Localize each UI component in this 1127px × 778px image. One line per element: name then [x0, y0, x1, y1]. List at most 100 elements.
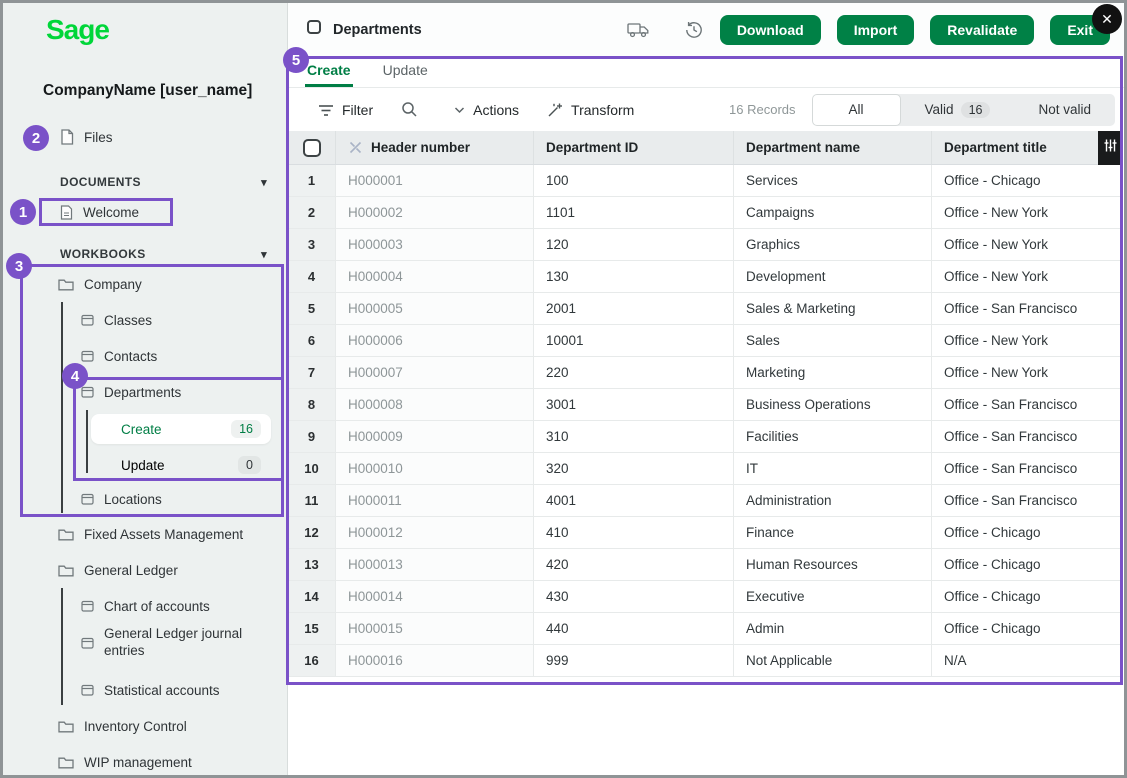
- segment-not-valid[interactable]: Not valid: [1014, 94, 1115, 126]
- cell-department-id[interactable]: 420: [534, 549, 734, 580]
- filter-button[interactable]: Filter: [318, 102, 373, 118]
- segment-valid[interactable]: Valid 16: [901, 94, 1015, 126]
- cell-header-number[interactable]: H000015: [336, 613, 534, 644]
- cell-department-title[interactable]: Office - Chicago: [932, 165, 1123, 196]
- cell-header-number[interactable]: H000007: [336, 357, 534, 388]
- section-workbooks[interactable]: WORKBOOKS ▾: [60, 243, 267, 265]
- column-settings-button[interactable]: [1098, 131, 1123, 165]
- sidebar-item-departments[interactable]: Departments: [3, 378, 287, 406]
- cell-header-number[interactable]: H000011: [336, 485, 534, 516]
- cell-department-title[interactable]: Office - Chicago: [932, 517, 1123, 548]
- cell-department-title[interactable]: Office - San Francisco: [932, 421, 1123, 452]
- cell-header-number[interactable]: H000002: [336, 197, 534, 228]
- column-header-department-id[interactable]: Department ID: [534, 131, 734, 164]
- cell-department-name[interactable]: Marketing: [734, 357, 932, 388]
- column-header-department-name[interactable]: Department name: [734, 131, 932, 164]
- cell-department-title[interactable]: Office - Chicago: [932, 581, 1123, 612]
- cell-header-number[interactable]: H000012: [336, 517, 534, 548]
- cell-department-name[interactable]: Executive: [734, 581, 932, 612]
- cell-department-id[interactable]: 4001: [534, 485, 734, 516]
- cell-department-title[interactable]: Office - New York: [932, 357, 1123, 388]
- cell-header-number[interactable]: H000006: [336, 325, 534, 356]
- cell-department-name[interactable]: Administration: [734, 485, 932, 516]
- section-documents[interactable]: DOCUMENTS ▾: [60, 171, 267, 193]
- cell-department-id[interactable]: 410: [534, 517, 734, 548]
- tab-update[interactable]: Update: [381, 56, 430, 87]
- cell-department-name[interactable]: Facilities: [734, 421, 932, 452]
- cell-department-name[interactable]: Development: [734, 261, 932, 292]
- sidebar-item-contacts[interactable]: Contacts: [3, 342, 287, 370]
- sidebar-item-gl-journal-entries[interactable]: General Ledger journal entries: [3, 621, 287, 665]
- sidebar-item-welcome[interactable]: Welcome: [3, 198, 287, 226]
- sidebar-item-statistical-accounts[interactable]: Statistical accounts: [3, 676, 287, 704]
- sidebar-item-create[interactable]: Create 16: [91, 414, 271, 444]
- cell-header-number[interactable]: H000009: [336, 421, 534, 452]
- cell-department-id[interactable]: 220: [534, 357, 734, 388]
- cell-department-name[interactable]: Campaigns: [734, 197, 932, 228]
- sidebar-item-chart-of-accounts[interactable]: Chart of accounts: [3, 592, 287, 620]
- cell-department-name[interactable]: Not Applicable: [734, 645, 932, 676]
- actions-button[interactable]: Actions: [454, 102, 519, 118]
- segment-all[interactable]: All: [812, 94, 901, 126]
- close-button[interactable]: ✕: [1092, 4, 1122, 34]
- cell-department-title[interactable]: Office - San Francisco: [932, 389, 1123, 420]
- chevron-down-icon[interactable]: ▾: [261, 248, 267, 261]
- cell-department-id[interactable]: 2001: [534, 293, 734, 324]
- cell-department-id[interactable]: 310: [534, 421, 734, 452]
- cell-department-id[interactable]: 3001: [534, 389, 734, 420]
- tab-create[interactable]: Create: [305, 56, 353, 87]
- cell-header-number[interactable]: H000008: [336, 389, 534, 420]
- cell-department-title[interactable]: Office - Chicago: [932, 549, 1123, 580]
- download-button[interactable]: Download: [720, 15, 821, 45]
- cell-department-name[interactable]: Business Operations: [734, 389, 932, 420]
- sidebar-item-fixed-assets[interactable]: Fixed Assets Management: [3, 520, 287, 548]
- cell-header-number[interactable]: H000005: [336, 293, 534, 324]
- sidebar-item-company[interactable]: Company: [3, 270, 287, 298]
- cell-department-name[interactable]: Services: [734, 165, 932, 196]
- cell-header-number[interactable]: H000016: [336, 645, 534, 676]
- delivery-truck-icon[interactable]: [627, 21, 650, 38]
- cell-department-id[interactable]: 130: [534, 261, 734, 292]
- search-button[interactable]: [401, 101, 426, 118]
- column-header-header-number[interactable]: Header number: [336, 131, 534, 164]
- sidebar-item-general-ledger[interactable]: General Ledger: [3, 556, 287, 584]
- cell-department-title[interactable]: Office - Chicago: [932, 613, 1123, 644]
- cell-header-number[interactable]: H000013: [336, 549, 534, 580]
- cell-header-number[interactable]: H000014: [336, 581, 534, 612]
- select-all-checkbox[interactable]: [303, 139, 321, 157]
- cell-department-name[interactable]: Admin: [734, 613, 932, 644]
- sidebar-item-wip-management[interactable]: WIP management: [3, 748, 287, 776]
- cell-department-id[interactable]: 430: [534, 581, 734, 612]
- cell-header-number[interactable]: H000004: [336, 261, 534, 292]
- cell-department-title[interactable]: Office - San Francisco: [932, 485, 1123, 516]
- cell-department-id[interactable]: 1101: [534, 197, 734, 228]
- sidebar-item-update[interactable]: Update 0: [91, 450, 271, 480]
- cell-department-name[interactable]: Sales & Marketing: [734, 293, 932, 324]
- history-icon[interactable]: [684, 20, 704, 40]
- chevron-down-icon[interactable]: ▾: [261, 176, 267, 189]
- cell-header-number[interactable]: H000010: [336, 453, 534, 484]
- cell-department-id[interactable]: 120: [534, 229, 734, 260]
- cell-department-id[interactable]: 440: [534, 613, 734, 644]
- cell-department-name[interactable]: Graphics: [734, 229, 932, 260]
- sidebar-item-files[interactable]: Files: [3, 123, 287, 151]
- transform-button[interactable]: Transform: [547, 102, 634, 118]
- cell-department-title[interactable]: Office - New York: [932, 229, 1123, 260]
- cell-department-id[interactable]: 320: [534, 453, 734, 484]
- cell-department-name[interactable]: Sales: [734, 325, 932, 356]
- import-button[interactable]: Import: [837, 15, 915, 45]
- cell-header-number[interactable]: H000003: [336, 229, 534, 260]
- cell-department-name[interactable]: Human Resources: [734, 549, 932, 580]
- cell-header-number[interactable]: H000001: [336, 165, 534, 196]
- cell-department-id[interactable]: 999: [534, 645, 734, 676]
- cell-department-id[interactable]: 100: [534, 165, 734, 196]
- cell-department-name[interactable]: Finance: [734, 517, 932, 548]
- revalidate-button[interactable]: Revalidate: [930, 15, 1034, 45]
- sidebar-item-inventory-control[interactable]: Inventory Control: [3, 712, 287, 740]
- cell-department-title[interactable]: Office - New York: [932, 325, 1123, 356]
- cell-department-title[interactable]: Office - New York: [932, 261, 1123, 292]
- sidebar-item-classes[interactable]: Classes: [3, 306, 287, 334]
- cell-department-id[interactable]: 10001: [534, 325, 734, 356]
- cell-department-name[interactable]: IT: [734, 453, 932, 484]
- cell-department-title[interactable]: Office - San Francisco: [932, 293, 1123, 324]
